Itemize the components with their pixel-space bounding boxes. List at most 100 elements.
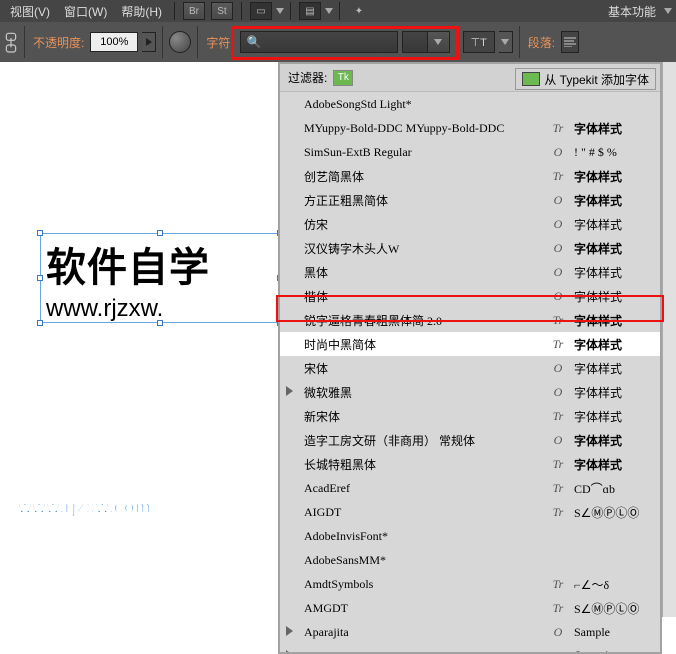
font-row[interactable]: AMGDTTrS∠ⓂⓅⓁⓄ bbox=[280, 596, 660, 620]
font-name: 造字工房文研（非商用） 常规体 bbox=[304, 432, 550, 449]
font-family-select[interactable]: 🔍 bbox=[240, 31, 398, 53]
divider bbox=[290, 2, 291, 20]
arrange-icon[interactable]: ▤ bbox=[299, 2, 321, 20]
font-sample: 字体样式 bbox=[574, 432, 652, 449]
tk-filter-icon[interactable]: Tk bbox=[333, 70, 353, 86]
font-row[interactable]: 汉仪铸字木头人WO字体样式 bbox=[280, 236, 660, 260]
font-name: 微软雅黑 bbox=[304, 384, 550, 401]
font-type-icon: O bbox=[550, 433, 566, 448]
font-row[interactable]: ArialOSample bbox=[280, 644, 660, 652]
font-row[interactable]: 楷体O字体样式 bbox=[280, 284, 660, 308]
font-name: AIGDT bbox=[304, 505, 550, 520]
font-row[interactable]: 锐字逼格青春粗黑体简 2.0Tr字体样式 bbox=[280, 308, 660, 332]
separator bbox=[24, 26, 25, 58]
font-name: AMGDT bbox=[304, 601, 550, 616]
handle[interactable] bbox=[37, 320, 43, 326]
menu-window[interactable]: 窗口(W) bbox=[58, 1, 113, 22]
cursor-icon[interactable]: ✦ bbox=[348, 2, 370, 20]
style-dropdown-button[interactable] bbox=[427, 32, 449, 52]
chevron-down-icon[interactable] bbox=[325, 8, 333, 14]
selection-box bbox=[40, 233, 280, 323]
handle[interactable] bbox=[37, 230, 43, 236]
br-icon[interactable]: Br bbox=[183, 2, 205, 20]
font-search-input[interactable] bbox=[268, 35, 423, 49]
font-row[interactable]: AparajitaOSample bbox=[280, 620, 660, 644]
search-icon: 🔍 bbox=[241, 35, 268, 49]
font-row[interactable]: 宋体O字体样式 bbox=[280, 356, 660, 380]
add-from-typekit[interactable]: 从 Typekit 添加字体 bbox=[515, 68, 656, 90]
fontsize-icon[interactable]: ⊤T bbox=[463, 31, 495, 53]
font-row[interactable]: 时尚中黑简体Tr字体样式 bbox=[280, 332, 660, 356]
font-name: AdobeInvisFont* bbox=[304, 529, 550, 544]
font-row[interactable]: AdobeInvisFont* bbox=[280, 524, 660, 548]
st-icon[interactable]: St bbox=[211, 2, 233, 20]
char-label: 字符: bbox=[204, 34, 235, 51]
font-name: Aparajita bbox=[304, 625, 550, 640]
font-row[interactable]: 仿宋O字体样式 bbox=[280, 212, 660, 236]
font-sample: 字体样式 bbox=[574, 336, 652, 353]
font-row[interactable]: 创艺简黑体Tr字体样式 bbox=[280, 164, 660, 188]
handle[interactable] bbox=[157, 320, 163, 326]
chevron-down-icon[interactable] bbox=[664, 8, 672, 14]
recolor-icon[interactable] bbox=[169, 31, 191, 53]
opacity-dropdown[interactable] bbox=[142, 32, 156, 52]
menu-view[interactable]: 视图(V) bbox=[4, 1, 56, 22]
font-style-select[interactable] bbox=[402, 31, 450, 53]
font-type-icon: Tr bbox=[550, 481, 566, 496]
text-frame[interactable]: 软件自学 www.rjzxw. bbox=[40, 233, 216, 325]
fontsize-dropdown[interactable] bbox=[499, 31, 513, 53]
filter-label: 过滤器: bbox=[288, 69, 327, 86]
align-icon[interactable] bbox=[561, 31, 579, 53]
font-row[interactable]: SimSun-ExtB RegularO! " # $ % bbox=[280, 140, 660, 164]
scrollbar-v[interactable] bbox=[662, 62, 676, 617]
font-name: 新宋体 bbox=[304, 408, 550, 425]
font-row[interactable]: 黑体O字体样式 bbox=[280, 260, 660, 284]
options-bar: 不透明度: 100% 字符: 🔍 ⊤T 段落: bbox=[0, 22, 676, 62]
font-name: AdobeSongStd Light* bbox=[304, 97, 550, 112]
font-sample: 字体样式 bbox=[574, 120, 652, 137]
font-sample: Sample bbox=[574, 625, 652, 640]
font-type-icon: O bbox=[550, 385, 566, 400]
basic-functions[interactable]: 基本功能 bbox=[602, 1, 662, 22]
font-row[interactable]: AdobeSongStd Light* bbox=[280, 92, 660, 116]
menu-help[interactable]: 帮助(H) bbox=[115, 1, 168, 22]
font-row[interactable]: AdobeSansMM* bbox=[280, 548, 660, 572]
font-type-icon: O bbox=[550, 217, 566, 232]
font-name: 方正正粗黑简体 bbox=[304, 192, 550, 209]
handle[interactable] bbox=[157, 230, 163, 236]
font-row[interactable]: AIGDTTrS∠ⓂⓅⓁⓄ bbox=[280, 500, 660, 524]
font-sample: ! " # $ % bbox=[574, 145, 652, 160]
font-name: 仿宋 bbox=[304, 216, 550, 233]
font-name: 长城特粗黑体 bbox=[304, 456, 550, 473]
font-type-icon: Tr bbox=[550, 457, 566, 472]
expand-arrow-icon bbox=[286, 386, 293, 396]
font-name: 创艺简黑体 bbox=[304, 168, 550, 185]
handle[interactable] bbox=[37, 275, 43, 281]
font-type-icon: Tr bbox=[550, 409, 566, 424]
font-row[interactable]: AmdtSymbolsTr⌐∠〜δ bbox=[280, 572, 660, 596]
font-name: 汉仪铸字木头人W bbox=[304, 240, 550, 257]
chevron-down-icon[interactable] bbox=[276, 8, 284, 14]
layout-icon[interactable]: ▭ bbox=[250, 2, 272, 20]
font-row[interactable]: 造字工房文研（非商用） 常规体O 字体样式 bbox=[280, 428, 660, 452]
opacity-value[interactable]: 100% bbox=[90, 32, 138, 52]
font-sample: 字体样式 bbox=[574, 288, 652, 305]
font-list[interactable]: AdobeSongStd Light* MYuppy-Bold-DDC MYupp… bbox=[280, 92, 660, 652]
watermark: www.rjzxw.com bbox=[18, 497, 151, 518]
font-sample: 字体样式 bbox=[574, 408, 652, 425]
font-sample: S∠ⓂⓅⓁⓄ bbox=[574, 600, 652, 617]
font-type-icon: O bbox=[550, 361, 566, 376]
font-row[interactable]: AcadErefTrCD⌒ɑb bbox=[280, 476, 660, 500]
font-row[interactable]: 方正正粗黑简体O字体样式 bbox=[280, 188, 660, 212]
font-row[interactable]: 微软雅黑O字体样式 bbox=[280, 380, 660, 404]
menubar: 视图(V) 窗口(W) 帮助(H) Br St ▭ ▤ ✦ 基本功能 bbox=[0, 0, 676, 22]
font-row[interactable]: 新宋体Tr 字体样式 bbox=[280, 404, 660, 428]
font-type-icon: Tr bbox=[550, 337, 566, 352]
font-name: 锐字逼格青春粗黑体简 2.0 bbox=[304, 312, 550, 329]
link-icon[interactable] bbox=[4, 31, 18, 53]
separator bbox=[197, 26, 198, 58]
font-row[interactable]: 长城特粗黑体Tr字体样式 bbox=[280, 452, 660, 476]
font-type-icon: O bbox=[550, 241, 566, 256]
separator bbox=[456, 26, 457, 58]
font-row[interactable]: MYuppy-Bold-DDC MYuppy-Bold-DDCTr字体样式 bbox=[280, 116, 660, 140]
